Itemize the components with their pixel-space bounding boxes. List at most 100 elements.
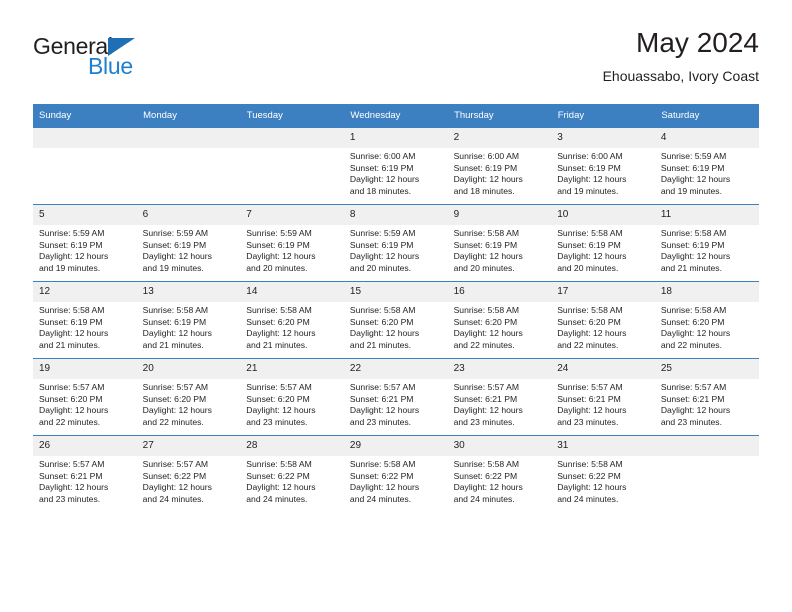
day-cell-inner: 7 Sunrise: 5:59 AM Sunset: 6:19 PM Daylight… — [240, 205, 344, 281]
day-cell-inner — [654, 436, 759, 512]
calendar-day-cell[interactable]: 31 Sunrise: 5:58 AM Sunset: 6:22 PM Dayligh… — [551, 435, 655, 512]
sunrise-text: Sunrise: 5:57 AM — [142, 459, 209, 469]
day-sun-info: Sunrise: 5:59 AM Sunset: 6:19 PM Daylight:… — [240, 225, 344, 274]
weekday-header-monday: Monday — [136, 104, 241, 128]
day-cell-inner: 1 Sunrise: 6:00 AM Sunset: 6:19 PM Daylight… — [343, 128, 448, 204]
sunset-text: Sunset: 6:22 PM — [246, 470, 310, 481]
calendar-day-cell[interactable]: 29 Sunrise: 5:58 AM Sunset: 6:22 PM Dayligh… — [343, 435, 448, 512]
calendar-day-cell[interactable]: 22 Sunrise: 5:57 AM Sunset: 6:21 PM Dayligh… — [343, 358, 448, 436]
calendar-day-cell[interactable]: 6 Sunrise: 5:59 AM Sunset: 6:19 PM Daylight… — [136, 204, 241, 282]
daylight-text-line1: Daylight: 12 hours — [660, 328, 731, 339]
sunrise-text: Sunrise: 5:58 AM — [453, 459, 520, 469]
calendar-day-cell[interactable]: 3 Sunrise: 6:00 AM Sunset: 6:19 PM Daylight… — [551, 127, 655, 205]
daylight-text-line1: Daylight: 12 hours — [39, 482, 109, 493]
daylight-text-line1: Daylight: 12 hours — [142, 328, 212, 339]
day-number: 9 — [447, 205, 552, 225]
sunrise-text: Sunrise: 5:58 AM — [557, 228, 623, 238]
day-number: 24 — [551, 359, 655, 379]
daylight-text-line1: Daylight: 12 hours — [557, 328, 627, 339]
calendar-day-cell-empty — [654, 435, 759, 512]
sunset-text: Sunset: 6:19 PM — [349, 239, 414, 250]
calendar-day-cell[interactable]: 4 Sunrise: 5:59 AM Sunset: 6:19 PM Daylight… — [654, 127, 759, 205]
calendar-day-cell[interactable]: 26 Sunrise: 5:57 AM Sunset: 6:21 PM Dayligh… — [33, 435, 137, 512]
day-sun-info: Sunrise: 5:57 AM Sunset: 6:21 PM Daylight:… — [655, 379, 759, 428]
calendar-day-cell[interactable]: 17 Sunrise: 5:58 AM Sunset: 6:20 PM Dayligh… — [551, 281, 655, 359]
calendar-day-cell[interactable]: 23 Sunrise: 5:57 AM Sunset: 6:21 PM Dayligh… — [447, 358, 552, 436]
calendar-day-cell[interactable]: 24 Sunrise: 5:57 AM Sunset: 6:21 PM Dayligh… — [551, 358, 655, 436]
day-cell-inner — [136, 128, 241, 204]
daylight-text-line1: Daylight: 12 hours — [246, 482, 316, 493]
daylight-text-line1: Daylight: 12 hours — [453, 405, 523, 416]
day-number — [240, 128, 344, 148]
day-number: 21 — [240, 359, 344, 379]
calendar-day-cell[interactable]: 19 Sunrise: 5:57 AM Sunset: 6:20 PM Dayligh… — [33, 358, 137, 436]
sunset-text: Sunset: 6:19 PM — [142, 316, 207, 327]
day-number: 18 — [654, 282, 759, 302]
calendar-day-cell[interactable]: 20 Sunrise: 5:57 AM Sunset: 6:20 PM Dayligh… — [136, 358, 241, 436]
sunrise-text: Sunrise: 5:58 AM — [660, 228, 727, 238]
day-sun-info: Sunrise: 5:58 AM Sunset: 6:20 PM Daylight:… — [448, 302, 552, 351]
sunrise-text: Sunrise: 5:59 AM — [246, 228, 312, 238]
calendar-day-cell[interactable]: 11 Sunrise: 5:58 AM Sunset: 6:19 PM Dayligh… — [654, 204, 759, 282]
day-number — [33, 128, 137, 148]
sunrise-text: Sunrise: 5:58 AM — [557, 459, 623, 469]
calendar-day-cell-empty — [136, 127, 241, 205]
daylight-text-line2: and 23 minutes. — [246, 416, 308, 427]
day-sun-info: Sunrise: 5:57 AM Sunset: 6:21 PM Daylight:… — [448, 379, 552, 428]
day-sun-info: Sunrise: 5:58 AM Sunset: 6:22 PM Daylight:… — [240, 456, 344, 505]
day-cell-inner: 24 Sunrise: 5:57 AM Sunset: 6:21 PM Dayligh… — [551, 359, 655, 435]
day-sun-info: Sunrise: 5:58 AM Sunset: 6:20 PM Daylight:… — [240, 302, 344, 351]
day-cell-inner: 21 Sunrise: 5:57 AM Sunset: 6:20 PM Dayligh… — [240, 359, 344, 435]
calendar-day-cell[interactable]: 25 Sunrise: 5:57 AM Sunset: 6:21 PM Dayligh… — [654, 358, 759, 436]
sunrise-text: Sunrise: 5:57 AM — [142, 382, 209, 392]
calendar-day-cell[interactable]: 27 Sunrise: 5:57 AM Sunset: 6:22 PM Dayligh… — [136, 435, 241, 512]
calendar-day-cell[interactable]: 14 Sunrise: 5:58 AM Sunset: 6:20 PM Dayligh… — [240, 281, 344, 359]
sunset-text: Sunset: 6:19 PM — [246, 239, 310, 250]
calendar-day-cell[interactable]: 21 Sunrise: 5:57 AM Sunset: 6:20 PM Dayligh… — [240, 358, 344, 436]
calendar-day-cell[interactable]: 2 Sunrise: 6:00 AM Sunset: 6:19 PM Daylight… — [447, 127, 552, 205]
day-cell-inner: 14 Sunrise: 5:58 AM Sunset: 6:20 PM Dayligh… — [240, 282, 344, 358]
daylight-text-line1: Daylight: 12 hours — [142, 405, 212, 416]
calendar-day-cell[interactable]: 30 Sunrise: 5:58 AM Sunset: 6:22 PM Dayligh… — [447, 435, 552, 512]
day-number: 13 — [136, 282, 241, 302]
day-cell-inner: 4 Sunrise: 5:59 AM Sunset: 6:19 PM Daylight… — [654, 128, 759, 204]
weekday-header-tuesday: Tuesday — [240, 104, 345, 128]
day-sun-info: Sunrise: 5:57 AM Sunset: 6:20 PM Daylight:… — [137, 379, 241, 428]
day-number: 23 — [447, 359, 552, 379]
day-cell-inner: 15 Sunrise: 5:58 AM Sunset: 6:20 PM Dayligh… — [343, 282, 448, 358]
page-header: General Blue May 2024 Ehouassabo, Ivory … — [33, 26, 759, 96]
day-number: 15 — [343, 282, 448, 302]
sunrise-text: Sunrise: 5:58 AM — [246, 459, 312, 469]
day-sun-info: Sunrise: 6:00 AM Sunset: 6:19 PM Daylight:… — [551, 148, 655, 197]
day-sun-info: Sunrise: 5:57 AM Sunset: 6:21 PM Daylight:… — [551, 379, 655, 428]
general-blue-logo[interactable]: General Blue — [33, 34, 233, 84]
calendar-day-cell[interactable]: 8 Sunrise: 5:59 AM Sunset: 6:19 PM Daylight… — [343, 204, 448, 282]
calendar-day-cell[interactable]: 12 Sunrise: 5:58 AM Sunset: 6:19 PM Dayligh… — [33, 281, 137, 359]
calendar-day-cell[interactable]: 9 Sunrise: 5:58 AM Sunset: 6:19 PM Daylight… — [447, 204, 552, 282]
calendar-day-cell[interactable]: 1 Sunrise: 6:00 AM Sunset: 6:19 PM Daylight… — [343, 127, 448, 205]
calendar-day-cell[interactable]: 10 Sunrise: 5:58 AM Sunset: 6:19 PM Dayligh… — [551, 204, 655, 282]
sunrise-text: Sunrise: 5:58 AM — [349, 459, 416, 469]
day-number — [136, 128, 241, 148]
sunrise-text: Sunrise: 5:57 AM — [660, 382, 727, 392]
day-number: 11 — [654, 205, 759, 225]
day-sun-info: Sunrise: 5:58 AM Sunset: 6:22 PM Daylight:… — [448, 456, 552, 505]
calendar-header-row: Sunday Monday Tuesday Wednesday Thursday… — [33, 104, 759, 128]
calendar-day-cell[interactable]: 18 Sunrise: 5:58 AM Sunset: 6:20 PM Dayligh… — [654, 281, 759, 359]
calendar-day-cell[interactable]: 13 Sunrise: 5:58 AM Sunset: 6:19 PM Dayligh… — [136, 281, 241, 359]
sunset-text: Sunset: 6:21 PM — [660, 393, 725, 404]
calendar-day-cell[interactable]: 28 Sunrise: 5:58 AM Sunset: 6:22 PM Dayligh… — [240, 435, 344, 512]
calendar-day-cell[interactable]: 16 Sunrise: 5:58 AM Sunset: 6:20 PM Dayligh… — [447, 281, 552, 359]
daylight-text-line1: Daylight: 12 hours — [142, 251, 212, 262]
daylight-text-line2: and 23 minutes. — [660, 416, 722, 427]
sunset-text: Sunset: 6:22 PM — [142, 470, 207, 481]
daylight-text-line1: Daylight: 12 hours — [660, 174, 731, 185]
calendar-day-cell[interactable]: 7 Sunrise: 5:59 AM Sunset: 6:19 PM Daylight… — [240, 204, 344, 282]
calendar-day-cell[interactable]: 15 Sunrise: 5:58 AM Sunset: 6:20 PM Dayligh… — [343, 281, 448, 359]
day-sun-info: Sunrise: 6:00 AM Sunset: 6:19 PM Daylight:… — [448, 148, 552, 197]
day-cell-inner: 5 Sunrise: 5:59 AM Sunset: 6:19 PM Daylight… — [33, 205, 137, 281]
sunset-text: Sunset: 6:21 PM — [453, 393, 518, 404]
calendar-day-cell[interactable]: 5 Sunrise: 5:59 AM Sunset: 6:19 PM Daylight… — [33, 204, 137, 282]
day-sun-info: Sunrise: 5:59 AM Sunset: 6:19 PM Daylight:… — [344, 225, 448, 274]
day-number: 19 — [33, 359, 137, 379]
